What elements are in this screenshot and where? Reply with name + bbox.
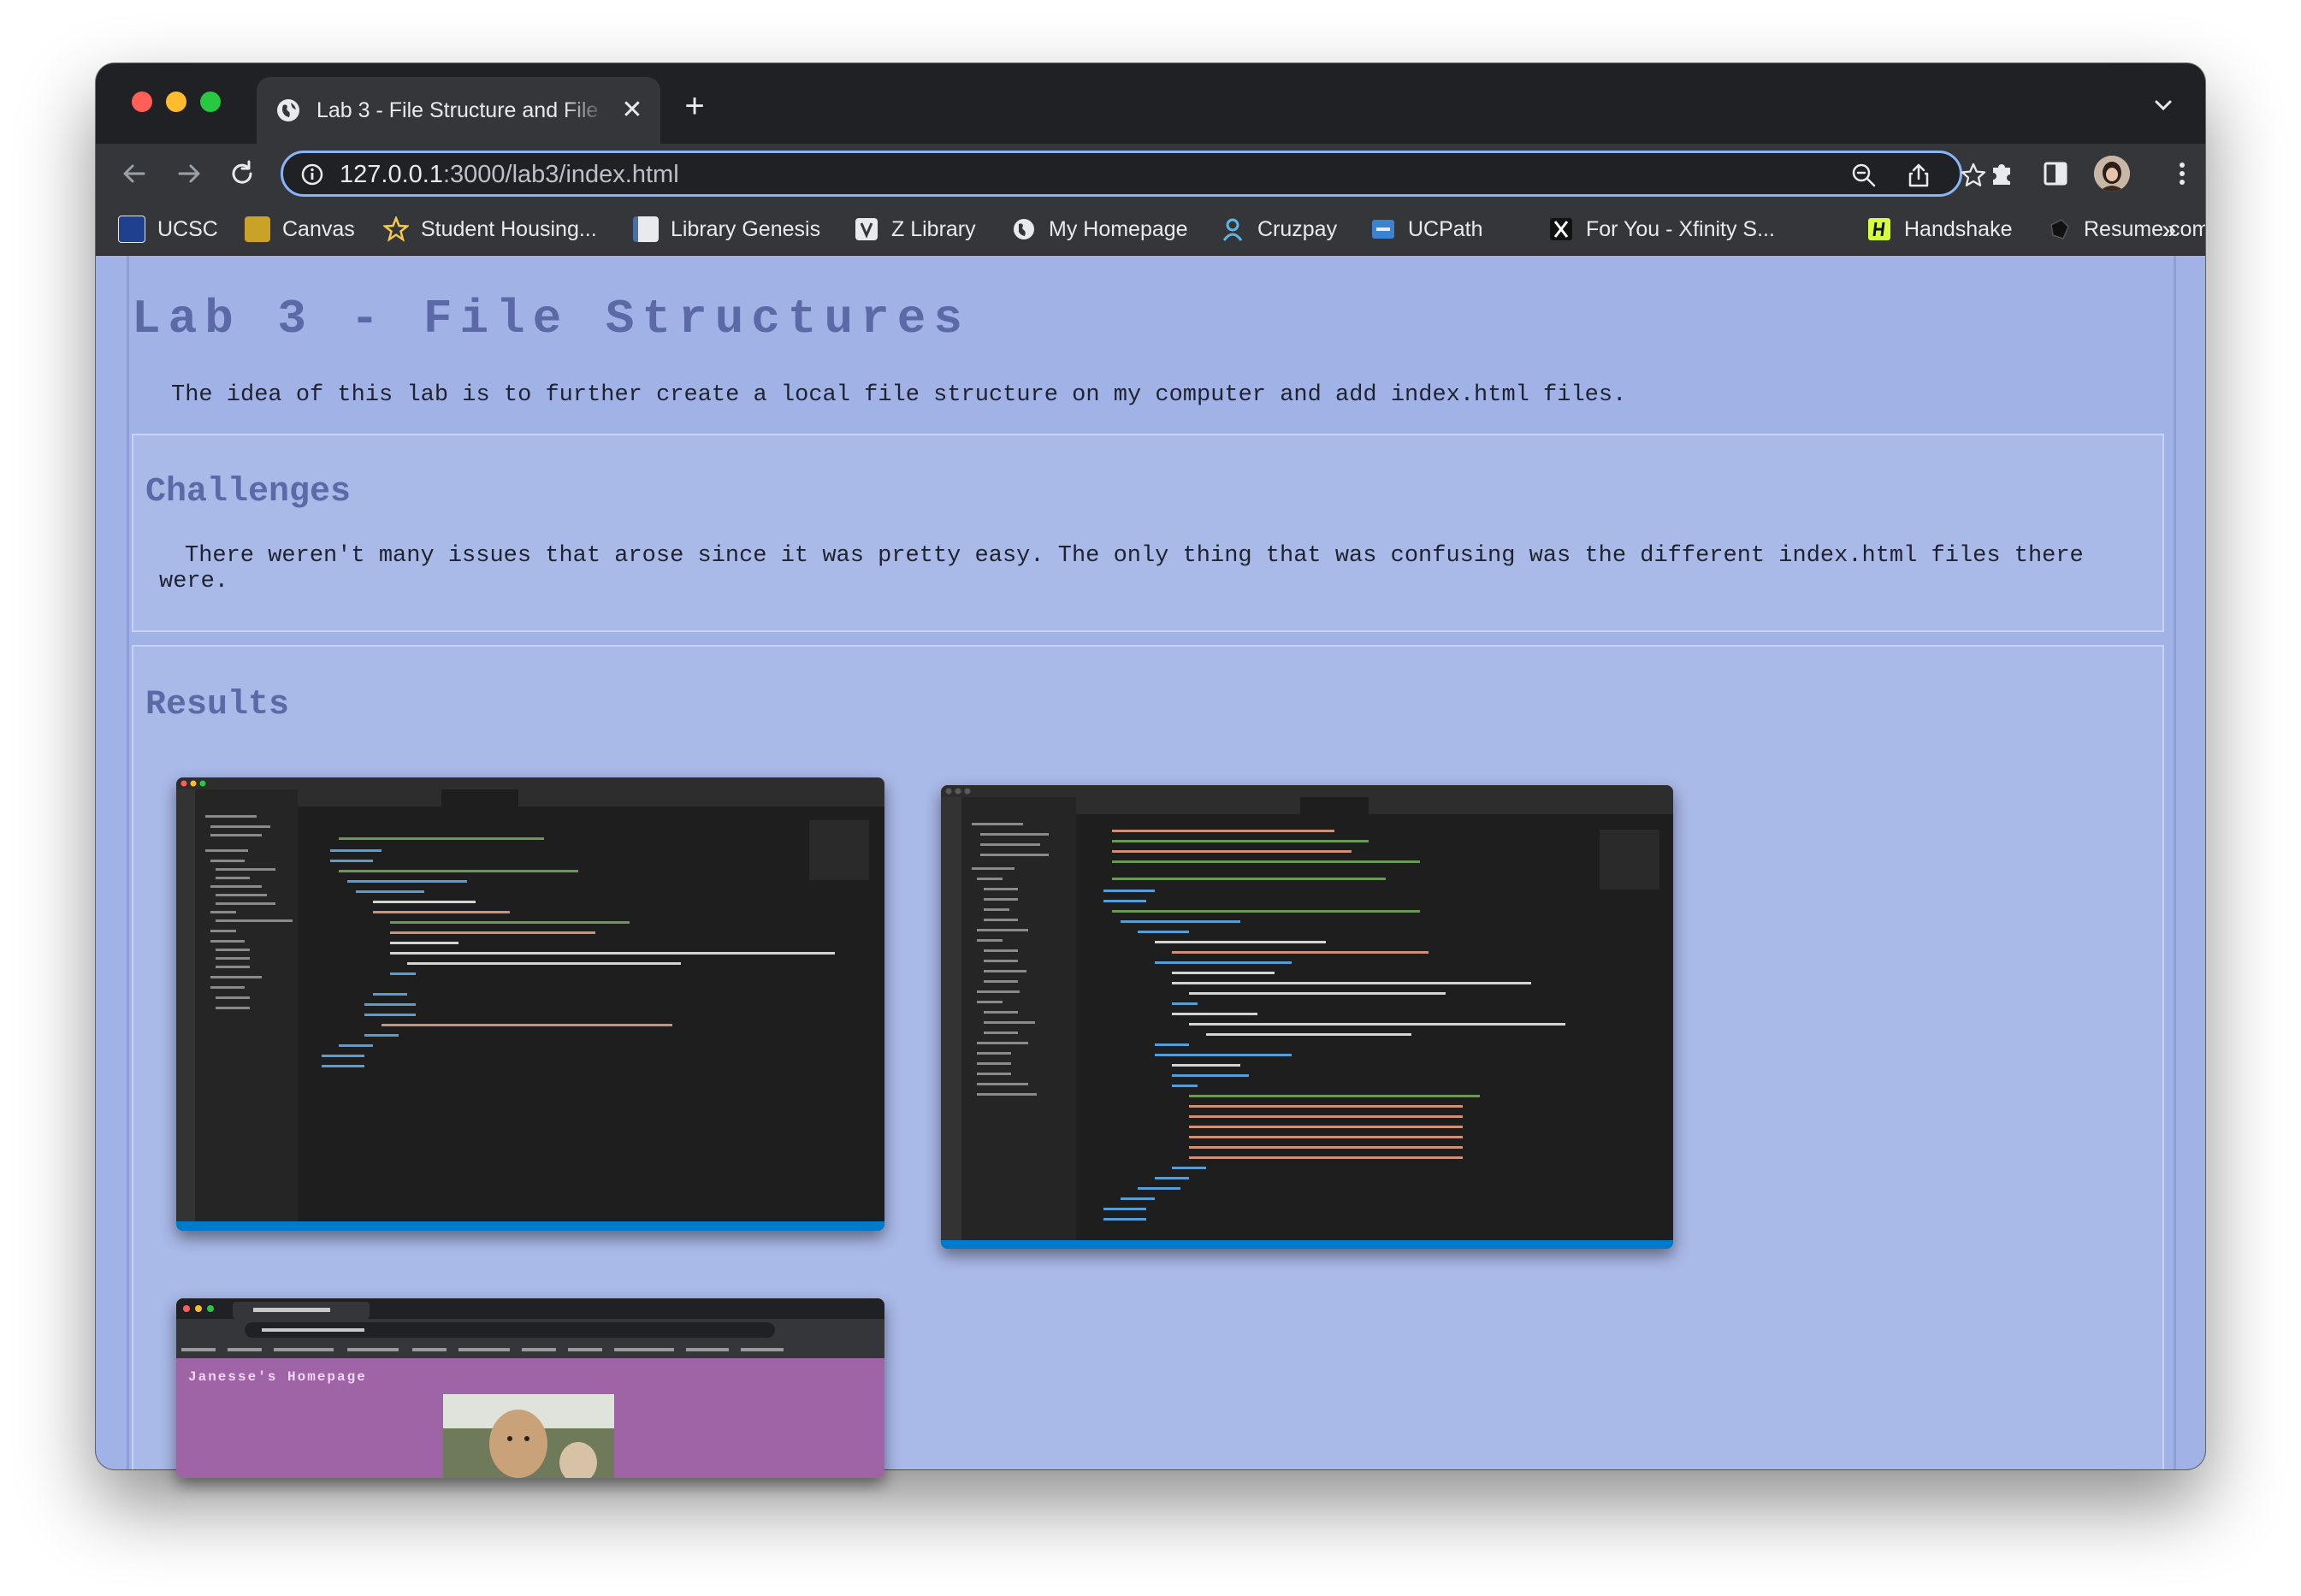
- z-library-icon: [855, 218, 878, 240]
- url-path: :3000/lab3/index.html: [442, 161, 679, 188]
- profile-photo-icon: [2094, 156, 2130, 192]
- bookmark-resume[interactable]: Resume.com: [2046, 214, 2205, 245]
- x-icon: [1550, 218, 1572, 240]
- ucpath-icon: [1372, 220, 1394, 239]
- bookmark-ucsc[interactable]: UCSC: [118, 214, 218, 245]
- challenges-section: Challenges There weren't many issues tha…: [132, 434, 2164, 632]
- reload-icon[interactable]: [226, 157, 258, 190]
- more-menu-icon[interactable]: [2166, 157, 2198, 190]
- result-screenshot-vscode-2: [941, 785, 1673, 1249]
- forward-arrow-icon[interactable]: [173, 157, 205, 190]
- code-editor-image: [941, 785, 1673, 1249]
- extensions-icon[interactable]: [1986, 157, 2019, 190]
- homepage-browser-image: Janesse's Homepage: [176, 1298, 884, 1478]
- tab-title: Lab 3 - File Structure and File: [316, 98, 599, 122]
- bookmark-star-icon[interactable]: [1960, 162, 1987, 189]
- homepage-title: Janesse's Homepage: [188, 1369, 367, 1385]
- page-title: Lab 3 - File Structures: [132, 292, 970, 346]
- bookmark-ucpath[interactable]: UCPath: [1370, 214, 1483, 245]
- address-bar[interactable]: 127.0.0.1:3000/lab3/index.html: [281, 151, 1986, 197]
- person-icon: [1222, 218, 1243, 241]
- bookmarks-bar: UCSC Canvas Student Housing... Library G…: [96, 204, 2205, 256]
- zoom-icon[interactable]: [1850, 162, 1878, 189]
- minimize-window-button[interactable]: [166, 92, 186, 112]
- challenges-text: There weren't many issues that arose sin…: [159, 543, 2084, 594]
- tab-active[interactable]: Lab 3 - File Structure and File ✕: [257, 77, 660, 144]
- bookmark-z-library[interactable]: Z Library: [854, 214, 976, 245]
- challenges-heading: Challenges: [145, 473, 352, 511]
- chevron-down-icon[interactable]: [2150, 92, 2176, 118]
- star-icon: [383, 216, 409, 242]
- result-screenshot-homepage: Janesse's Homepage: [176, 1298, 884, 1478]
- maximize-window-button[interactable]: [200, 92, 221, 112]
- bookmark-handshake[interactable]: Handshake: [1866, 214, 2012, 245]
- profile-avatar[interactable]: [2094, 156, 2130, 192]
- bookmark-cruzpay[interactable]: Cruzpay: [1220, 214, 1337, 245]
- toolbar: 127.0.0.1:3000/lab3/index.html: [96, 144, 2205, 204]
- bookmark-xfinity[interactable]: For You - Xfinity S...: [1548, 214, 1775, 245]
- info-icon[interactable]: [300, 163, 324, 186]
- url-text: 127.0.0.1:3000/lab3/index.html: [340, 160, 679, 189]
- tab-strip: Lab 3 - File Structure and File ✕ +: [96, 63, 2205, 144]
- handshake-icon: [1868, 218, 1890, 240]
- side-panel-icon[interactable]: [2039, 157, 2072, 190]
- share-icon[interactable]: [1905, 162, 1932, 189]
- result-screenshot-vscode-1: [176, 777, 884, 1231]
- back-arrow-icon[interactable]: [118, 157, 151, 190]
- bookmark-student-housing[interactable]: Student Housing...: [383, 214, 597, 245]
- bookmark-canvas[interactable]: Canvas: [245, 214, 355, 245]
- bookmark-library-genesis[interactable]: Library Genesis: [633, 214, 820, 245]
- new-tab-button[interactable]: +: [677, 89, 712, 123]
- book-icon: [633, 216, 659, 242]
- url-host: 127.0.0.1: [340, 161, 443, 188]
- bookmark-my-homepage[interactable]: My Homepage: [1011, 214, 1188, 245]
- canvas-icon: [245, 216, 270, 242]
- close-window-button[interactable]: [132, 92, 152, 112]
- more-bookmarks-icon[interactable]: »: [2162, 216, 2176, 245]
- resume-icon: [2050, 219, 2069, 239]
- globe-icon: [277, 99, 299, 121]
- globe-icon: [1014, 219, 1034, 239]
- browser-window: Lab 3 - File Structure and File ✕ + 127.…: [96, 63, 2205, 1469]
- intro-text: The idea of this lab is to further creat…: [171, 382, 1627, 408]
- results-heading: Results: [145, 686, 290, 724]
- ucsc-icon: [118, 216, 145, 243]
- code-editor-image: [176, 777, 884, 1231]
- close-tab-icon[interactable]: ✕: [618, 96, 647, 125]
